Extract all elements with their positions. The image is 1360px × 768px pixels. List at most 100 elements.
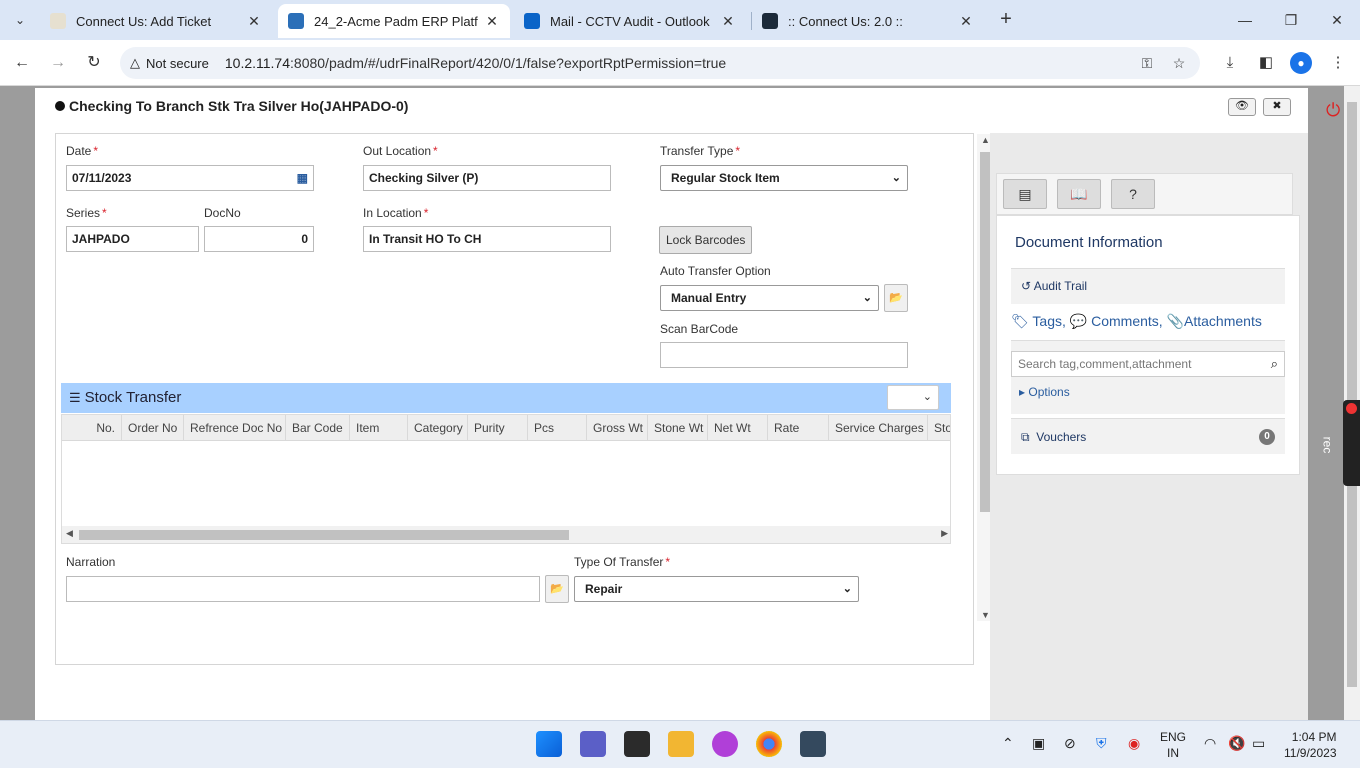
eye-icon[interactable]: 👁 — [1228, 98, 1256, 116]
screenrec-widget[interactable]: rec — [1320, 400, 1360, 486]
tags-search-input[interactable]: Search tag,comment,attachment ⌕ — [1011, 351, 1285, 377]
camera-app-icon[interactable] — [800, 731, 826, 757]
profile-avatar-icon[interactable]: ● — [1290, 52, 1312, 74]
bookmark-star-icon[interactable]: ☆ — [1170, 54, 1188, 72]
col-rate[interactable]: Rate — [768, 415, 829, 441]
col-purity[interactable]: Purity — [468, 415, 528, 441]
wifi-icon[interactable]: ◠ — [1204, 735, 1216, 752]
col-no[interactable]: No. — [62, 415, 122, 441]
col-stone-wt[interactable]: Stone Wt — [648, 415, 708, 441]
col-net-wt[interactable]: Net Wt — [708, 415, 768, 441]
col-service-charges[interactable]: Service Charges — [829, 415, 928, 441]
close-window-icon[interactable]: ✕ — [1325, 8, 1349, 32]
help-icon[interactable]: ? — [1111, 179, 1155, 209]
teams-icon[interactable] — [580, 731, 606, 757]
back-arrow-icon[interactable]: ← — [10, 51, 34, 75]
details-card-icon[interactable]: ▤ — [1003, 179, 1047, 209]
vouchers-item[interactable]: ⧉ Vouchers 0 — [1011, 418, 1285, 454]
vouchers-count-badge: 0 — [1259, 429, 1275, 445]
grid-options-dropdown[interactable]: ⌄ — [887, 385, 939, 410]
date-field[interactable]: 07/11/2023 ▦ — [66, 165, 314, 191]
system-clock[interactable]: 1:04 PM 11/9/2023 — [1284, 729, 1337, 761]
browser-tab-padm-erp[interactable]: 24_2-Acme Padm ERP Platform ✕ — [278, 4, 510, 38]
scroll-right-arrow-icon[interactable]: ▶ — [941, 528, 948, 539]
col-bar-code[interactable]: Bar Code — [286, 415, 350, 441]
tray-chevron-up-icon[interactable]: ⌃ — [1002, 735, 1014, 752]
scroll-left-arrow-icon[interactable]: ◀ — [66, 528, 73, 539]
scrollbar-thumb[interactable] — [79, 530, 569, 540]
type-of-transfer-select[interactable]: Repair ⌄ — [574, 576, 859, 602]
wps-office-icon[interactable] — [712, 731, 738, 757]
windows-start-icon[interactable] — [536, 731, 562, 757]
tray-record-icon[interactable]: ◉ — [1128, 735, 1140, 752]
col-item[interactable]: Item — [350, 415, 408, 441]
book-icon[interactable]: 📖 — [1057, 179, 1101, 209]
scroll-down-arrow-icon[interactable]: ▼ — [981, 610, 990, 620]
col-reference-doc-no[interactable]: Refrence Doc No — [184, 415, 286, 441]
in-location-label: In Location * — [363, 206, 429, 220]
close-tab-icon[interactable]: ✕ — [958, 13, 974, 30]
docno-field[interactable]: 0 — [204, 226, 314, 252]
restore-window-icon[interactable]: ❐ — [1279, 8, 1303, 32]
close-modal-icon[interactable]: ✖ — [1263, 98, 1291, 116]
forward-arrow-icon[interactable]: → — [46, 51, 70, 75]
series-field[interactable]: JAHPADO — [66, 226, 199, 252]
options-toggle[interactable]: ▸ Options — [1019, 385, 1070, 399]
address-bar[interactable]: △ Not secure 10.2.11.74:8080/padm/#/udrF… — [120, 47, 1200, 79]
minimize-window-icon[interactable]: — — [1233, 8, 1257, 32]
power-icon[interactable]: ⏻ — [1326, 100, 1340, 121]
browser-tab-connect-us[interactable]: Connect Us: Add Ticket ✕ — [40, 4, 272, 38]
col-gross-wt[interactable]: Gross Wt — [587, 415, 648, 441]
file-explorer-icon[interactable] — [668, 731, 694, 757]
folder-open-icon[interactable]: 📂 — [545, 575, 569, 603]
tags-link[interactable]: Tags, — [1032, 313, 1065, 329]
close-tab-icon[interactable]: ✕ — [720, 13, 736, 30]
volume-muted-icon[interactable]: 🔇 — [1228, 735, 1245, 752]
password-key-icon[interactable]: ⚿ — [1138, 54, 1156, 72]
col-stone[interactable]: Sto — [928, 415, 950, 441]
in-location-field[interactable]: In Transit HO To CH — [363, 226, 611, 252]
search-icon[interactable]: ⌕ — [1271, 352, 1278, 376]
chevron-down-icon: ⌄ — [891, 172, 901, 184]
browser-menu-icon[interactable]: ⋮ — [1328, 53, 1348, 73]
lock-barcodes-button[interactable]: Lock Barcodes — [659, 226, 753, 254]
close-tab-icon[interactable]: ✕ — [246, 13, 262, 30]
battery-icon[interactable]: ▭ — [1252, 735, 1265, 752]
col-category[interactable]: Category — [408, 415, 468, 441]
url-text[interactable]: 10.2.11.74:8080/padm/#/udrFinalReport/42… — [225, 55, 726, 71]
tray-cloud-off-icon[interactable]: ⊘ — [1064, 735, 1076, 752]
calendar-icon[interactable]: ▦ — [297, 166, 308, 190]
security-indicator[interactable]: △ Not secure — [130, 55, 219, 71]
language-indicator[interactable]: ENG IN — [1160, 729, 1186, 761]
reload-icon[interactable]: ↻ — [82, 51, 106, 75]
col-order-no[interactable]: Order No — [122, 415, 184, 441]
tray-shield-icon[interactable]: ⛨ — [1096, 735, 1107, 752]
scan-barcode-input[interactable] — [660, 342, 908, 368]
col-pcs[interactable]: Pcs — [528, 415, 587, 441]
comments-link[interactable]: Comments, — [1091, 313, 1163, 329]
browser-tab-outlook[interactable]: Mail - CCTV Audit - Outlook ✕ — [514, 4, 746, 38]
auto-transfer-select[interactable]: Manual Entry ⌄ — [660, 285, 879, 311]
tray-app-icon[interactable]: ▣ — [1032, 735, 1045, 752]
browser-tab-connect-us-2[interactable]: :: Connect Us: 2.0 :: ✕ — [752, 4, 984, 38]
modal-title: Checking To Branch Stk Tra Silver Ho(JAH… — [55, 98, 408, 114]
audit-trail-item[interactable]: ↺ Audit Trail — [1011, 268, 1285, 304]
transfer-type-select[interactable]: Regular Stock Item ⌄ — [660, 165, 908, 191]
tab-search-chevron-icon[interactable]: ⌄ — [8, 8, 32, 32]
scrollbar-thumb[interactable] — [1347, 102, 1357, 687]
folder-open-icon[interactable]: 📂 — [884, 284, 908, 312]
scroll-up-arrow-icon[interactable]: ▲ — [981, 135, 990, 145]
windows-taskbar: ⌃ ▣ ⊘ ⛨ ◉ ENG IN ◠ 🔇 ▭ 1:04 PM 11/9/2023 — [0, 720, 1360, 768]
attachments-link[interactable]: Attachments — [1184, 313, 1262, 329]
side-panel-icon[interactable]: ◧ — [1256, 53, 1276, 73]
grid-horizontal-scrollbar[interactable]: ◀ ▶ — [62, 526, 950, 543]
close-tab-icon[interactable]: ✕ — [484, 13, 500, 30]
chrome-icon[interactable] — [756, 731, 782, 757]
react-favicon-icon — [762, 13, 778, 29]
out-location-field[interactable]: Checking Silver (P) — [363, 165, 611, 191]
new-tab-plus-icon[interactable]: + — [994, 8, 1018, 32]
caret-right-icon: ▸ — [1019, 385, 1026, 399]
download-icon[interactable]: ⤓ — [1220, 53, 1240, 73]
narration-input[interactable] — [66, 576, 540, 602]
sticky-notes-icon[interactable] — [624, 731, 650, 757]
